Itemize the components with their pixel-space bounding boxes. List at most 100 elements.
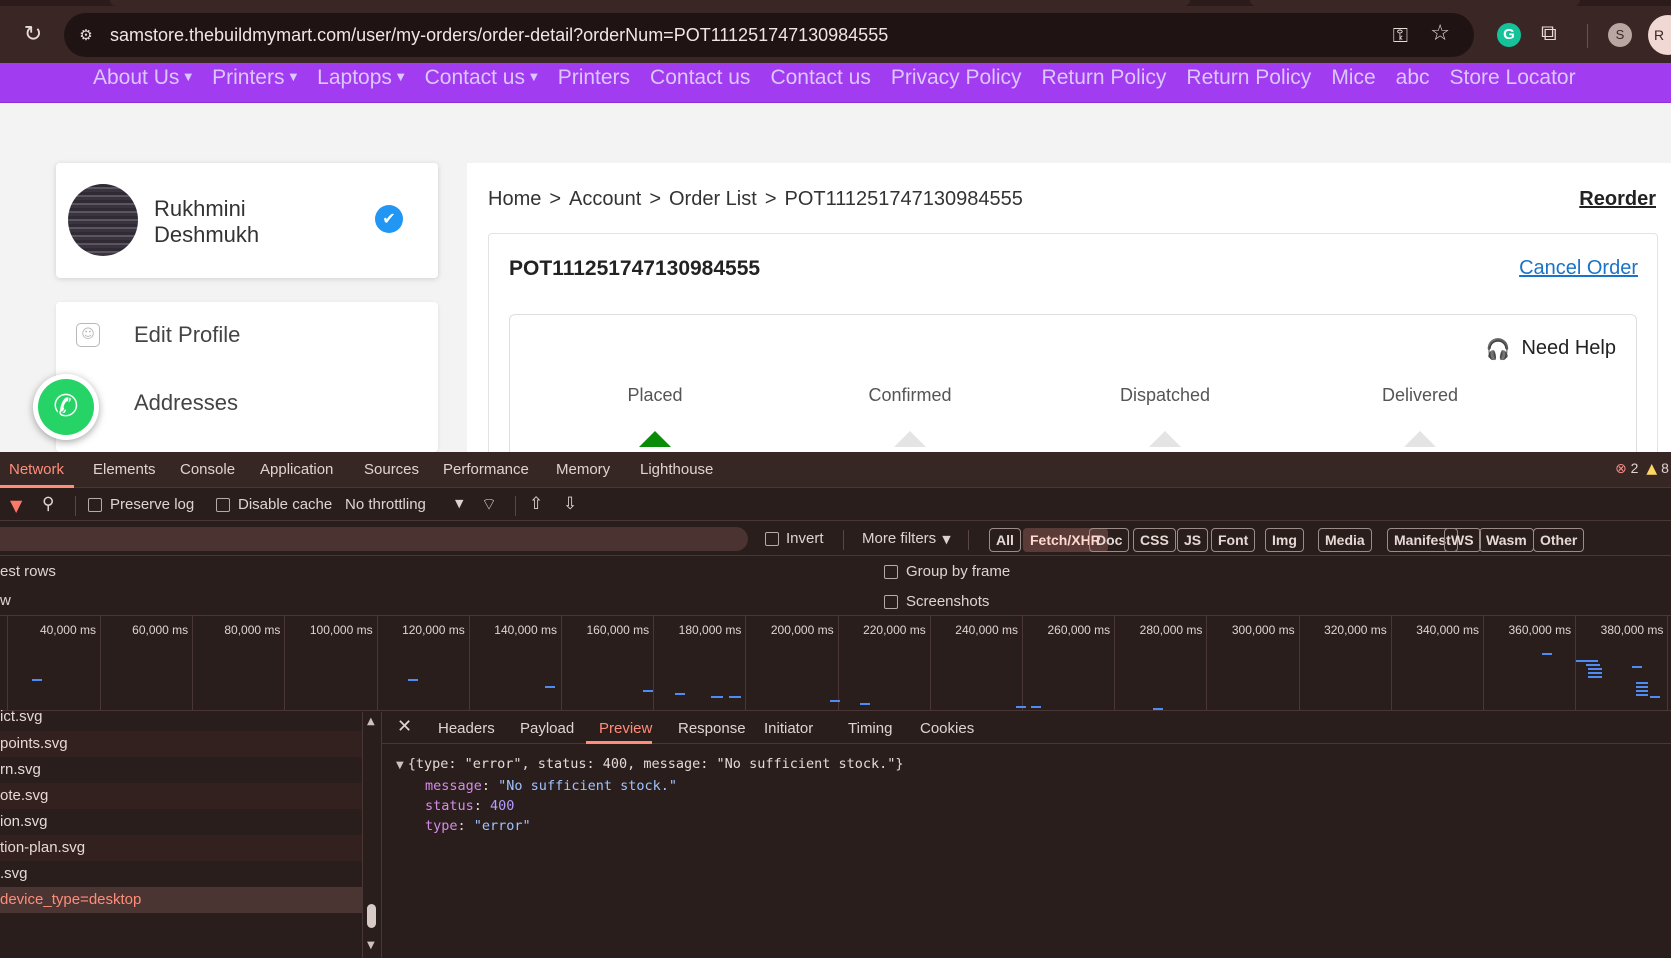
filter-chip-js[interactable]: JS [1177, 528, 1209, 552]
timeline-tick-label: 200,000 ms [770, 623, 834, 637]
request-row[interactable]: points.svg [0, 731, 362, 757]
tab-preview[interactable]: Preview [599, 720, 652, 737]
filter-chip-font[interactable]: Font [1211, 528, 1256, 552]
tab-application[interactable]: Application [260, 461, 333, 478]
tab-lighthouse[interactable]: Lighthouse [640, 461, 713, 478]
issues-counter[interactable]: ⊗ 2 ▲ 8 [1615, 460, 1669, 477]
profile-avatar-icon[interactable]: S [1608, 23, 1632, 47]
nav-item[interactable]: Printers [558, 66, 630, 90]
nav-item-label: abc [1395, 66, 1430, 89]
scroll-up-icon[interactable]: ▲ [367, 716, 375, 727]
extensions-icon[interactable]: ⧉ [1541, 21, 1557, 46]
grammarly-extension-icon[interactable]: G [1497, 23, 1521, 47]
filter-chip-all[interactable]: All [989, 528, 1021, 552]
nav-item[interactable]: Return Policy [1186, 66, 1311, 90]
reload-icon[interactable]: ↻ [20, 22, 46, 48]
request-row[interactable]: rn.svg [0, 757, 362, 783]
breadcrumb-current: POT111251747130984555 [784, 188, 1023, 210]
search-icon[interactable]: ⚲ [42, 494, 54, 514]
chevron-down-icon: ▼ [289, 72, 298, 83]
invert-checkbox[interactable] [765, 532, 779, 546]
nav-item[interactable]: Contact us [770, 66, 870, 90]
tab-cookies[interactable]: Cookies [920, 720, 974, 737]
cancel-order-link[interactable]: Cancel Order [1519, 257, 1638, 280]
tab-elements[interactable]: Elements [93, 461, 156, 478]
key-icon[interactable]: ⚿ [1393, 23, 1408, 47]
json-key: message [425, 778, 482, 794]
throttling-select[interactable]: No throttling [345, 496, 426, 513]
group-by-frame-checkbox[interactable] [884, 565, 898, 579]
request-row[interactable]: tion-plan.svg [0, 835, 362, 861]
network-overview-timeline[interactable]: 40,000 ms 60,000 ms 80,000 ms 100,000 ms 120… [0, 616, 1671, 711]
address-url[interactable]: samstore.thebuildmymart.com/user/my-orde… [110, 25, 888, 46]
request-row[interactable]: .svg [0, 861, 362, 887]
nav-item[interactable]: Privacy Policy [891, 66, 1022, 90]
nav-item[interactable]: abc [1396, 66, 1430, 90]
nav-item[interactable]: Contact us ▼ [425, 66, 538, 90]
nav-item-label: Store Locator [1449, 66, 1576, 89]
filter-chip-img[interactable]: Img [1265, 528, 1304, 552]
json-root[interactable]: ▼ {type: "error", status: 400, message: "… [396, 754, 904, 776]
breadcrumb-order-list[interactable]: Order List [669, 188, 757, 210]
tab-payload[interactable]: Payload [520, 720, 574, 737]
breadcrumb-home[interactable]: Home [488, 188, 541, 210]
import-har-icon[interactable]: ⇧ [529, 494, 543, 514]
menu-item-addresses[interactable]: Addresses [56, 378, 438, 428]
chevron-down-icon[interactable]: ▼ [455, 497, 463, 510]
expand-caret-icon[interactable]: ▼ [396, 760, 404, 771]
filter-icon[interactable]: ▼ [10, 496, 22, 515]
scroll-down-icon[interactable]: ▼ [367, 940, 375, 951]
filter-chip-css[interactable]: CSS [1133, 528, 1176, 552]
address-bar[interactable]: ⚙ samstore.thebuildmymart.com/user/my-or… [64, 13, 1474, 57]
scrollbar[interactable]: ▲ ▼ [362, 712, 380, 958]
request-row[interactable]: ict.svg [0, 704, 362, 730]
nav-item[interactable]: Mice [1331, 66, 1375, 90]
nav-item[interactable]: Return Policy [1042, 66, 1167, 90]
nav-item[interactable]: Store Locator [1450, 66, 1576, 90]
tab-performance[interactable]: Performance [443, 461, 529, 478]
request-row[interactable]: device_type=desktop [0, 887, 362, 913]
filter-chip-media[interactable]: Media [1318, 528, 1372, 552]
tab-network[interactable]: Network [9, 461, 64, 478]
reorder-link[interactable]: Reorder [1579, 188, 1656, 211]
nav-item[interactable]: Laptops ▼ [317, 66, 404, 90]
disable-cache-checkbox[interactable] [216, 498, 230, 512]
filter-input[interactable] [0, 527, 748, 551]
site-settings-icon[interactable]: ⚙ [76, 25, 96, 45]
tab[interactable] [1250, 0, 1580, 6]
network-conditions-icon[interactable]: ⌔ [481, 494, 497, 515]
close-icon[interactable]: ✕ [397, 716, 412, 737]
tab-console[interactable]: Console [180, 461, 235, 478]
screenshots-checkbox[interactable] [884, 595, 898, 609]
timeline-request-bar [1542, 653, 1552, 655]
request-row[interactable]: ion.svg [0, 809, 362, 835]
tab-sources[interactable]: Sources [364, 461, 419, 478]
filter-chip-other[interactable]: Other [1533, 528, 1585, 552]
profile-badge-icon[interactable]: R [1648, 15, 1671, 55]
more-filters-button[interactable]: More filters ▼ [862, 530, 951, 547]
scrollbar-thumb[interactable] [367, 904, 376, 928]
avatar [68, 184, 138, 256]
filter-chip-wasm[interactable]: Wasm [1479, 528, 1534, 552]
tab-memory[interactable]: Memory [556, 461, 610, 478]
breadcrumb-account[interactable]: Account [569, 188, 641, 210]
tab-response[interactable]: Response [678, 720, 746, 737]
need-help-button[interactable]: 🎧 Need Help [1485, 337, 1616, 361]
filter-chip-ws[interactable]: WS [1444, 528, 1481, 552]
whatsapp-chat-icon[interactable]: ✆ [33, 374, 99, 440]
request-row[interactable]: ote.svg [0, 783, 362, 809]
filter-chip-doc[interactable]: Doc [1089, 528, 1130, 552]
menu-item-edit-profile[interactable]: ☺ Edit Profile [56, 310, 438, 360]
export-har-icon[interactable]: ⇩ [563, 494, 577, 514]
nav-item[interactable]: About Us ▼ [93, 66, 192, 90]
preserve-log-checkbox[interactable] [88, 498, 102, 512]
tab-timing[interactable]: Timing [848, 720, 892, 737]
tab-initiator[interactable]: Initiator [764, 720, 813, 737]
nav-item[interactable]: Contact us [650, 66, 750, 90]
nav-item[interactable]: Printers ▼ [212, 66, 297, 90]
bookmark-star-icon[interactable]: ☆ [1430, 21, 1450, 46]
tab-headers[interactable]: Headers [438, 720, 495, 737]
headset-icon: 🎧 [1485, 337, 1511, 361]
tab[interactable] [110, 0, 1190, 6]
timeline-request-bar [860, 703, 870, 705]
